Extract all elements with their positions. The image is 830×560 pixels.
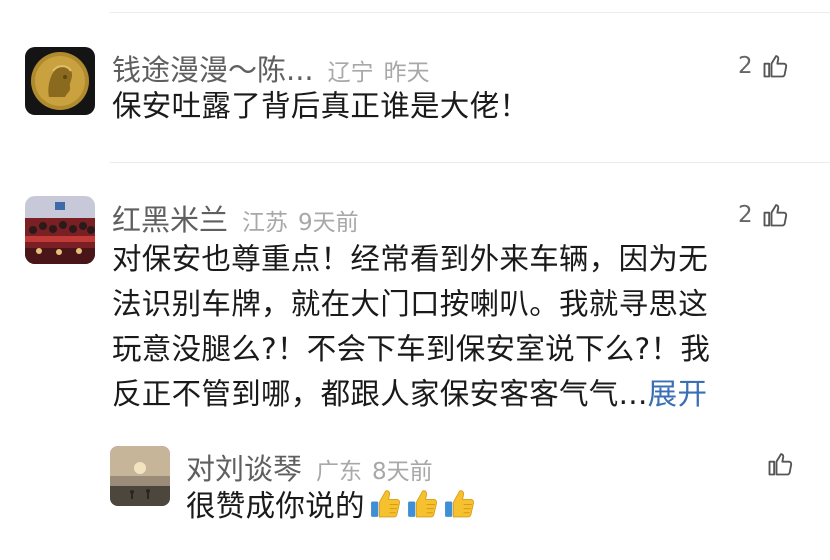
thumbs-up-icon: [763, 204, 787, 227]
avatar[interactable]: [25, 196, 95, 264]
like-button[interactable]: 2: [738, 52, 789, 80]
like-count: 2: [738, 202, 753, 228]
thumbs-up-emoji-icon: [444, 490, 474, 518]
thumbs-up-icon: [763, 55, 787, 78]
thumbs-up-emoji-icon: [407, 490, 437, 518]
username[interactable]: 红黑米兰: [112, 197, 228, 239]
location: 江苏: [242, 210, 289, 236]
comment-line: 法识别车牌，就在大门口按喇叭。我就寻思这: [112, 287, 709, 321]
comment-line: 对保安也尊重点！经常看到外来车辆，因为无: [112, 242, 709, 276]
username[interactable]: 钱途漫漫～陈...: [112, 47, 314, 89]
thumbs-up-emoji-icon: [370, 490, 400, 518]
emoji-group: [365, 487, 476, 520]
comment-line-text: 反正不管到哪，都跟人家保安客客气气...: [112, 377, 648, 411]
comment-line: 玩意没腿么?！不会下车到保安室说下么?！我: [112, 332, 711, 366]
timestamp: 8天前: [372, 459, 433, 485]
thumbs-up-icon: [768, 453, 793, 476]
divider: [110, 12, 830, 13]
comment-text: 保安吐露了背后真正谁是大佬！: [112, 89, 530, 123]
comment-text: 对保安也尊重点！经常看到外来车辆，因为无 法识别车牌，就在大门口按喇叭。我就寻思…: [112, 237, 772, 417]
reply-text-content: 很赞成你说的: [186, 489, 365, 523]
divider: [110, 162, 830, 163]
like-button[interactable]: 2: [738, 201, 789, 229]
like-count: 2: [738, 53, 753, 79]
username[interactable]: 对刘谈琴: [186, 446, 302, 488]
avatar[interactable]: [110, 446, 170, 506]
location: 辽宁: [327, 60, 374, 86]
location: 广东: [316, 459, 363, 485]
timestamp: 9天前: [298, 210, 359, 236]
timestamp: 昨天: [383, 60, 430, 86]
reply-text: 很赞成你说的: [186, 484, 476, 529]
comment-meta: 红黑米兰 江苏 9天前: [112, 197, 359, 239]
comment-line: 反正不管到哪，都跟人家保安客客气气...展开: [112, 372, 772, 417]
avatar[interactable]: [25, 47, 95, 115]
expand-link[interactable]: 展开: [648, 377, 708, 411]
comment-meta: 钱途漫漫～陈... 辽宁 昨天: [112, 47, 430, 89]
reply-meta: 对刘谈琴 广东 8天前: [186, 446, 433, 488]
like-button[interactable]: [766, 450, 794, 478]
